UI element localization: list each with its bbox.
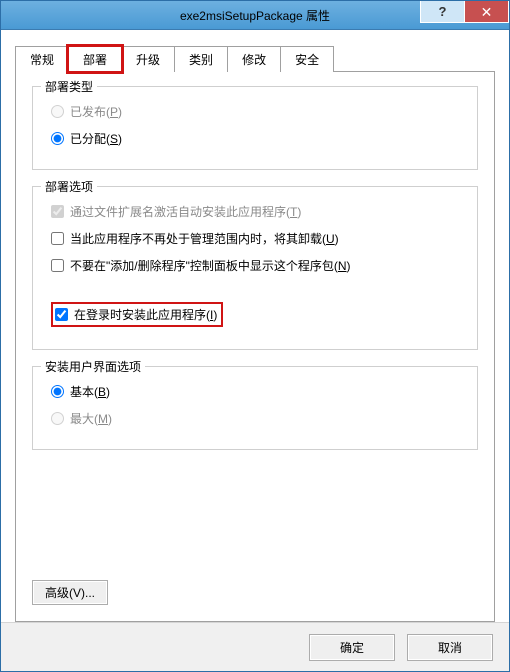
radio-assigned[interactable]: [51, 132, 64, 145]
titlebar: exe2msiSetupPackage 属性 ? ✕: [1, 1, 509, 30]
radio-max-row[interactable]: 最大(M): [51, 410, 463, 427]
check-autoinstall-row[interactable]: 通过文件扩展名激活自动安装此应用程序(T): [51, 203, 463, 220]
tab-area: 常规 部署 升级 类别 修改 安全 部署类型 已发布(P): [1, 30, 509, 622]
close-button[interactable]: ✕: [464, 1, 509, 23]
highlight-rectangle: 在登录时安装此应用程序(I): [51, 302, 223, 327]
check-hidearp[interactable]: [51, 259, 64, 272]
advanced-button[interactable]: 高级(V)...: [32, 580, 108, 605]
radio-basic[interactable]: [51, 385, 64, 398]
radio-max[interactable]: [51, 412, 64, 425]
radio-basic-row[interactable]: 基本(B): [51, 383, 463, 400]
dialog-footer: 确定 取消: [1, 622, 509, 671]
check-logon-row-wrap: 在登录时安装此应用程序(I): [51, 302, 463, 327]
titlebar-buttons: ? ✕: [421, 1, 509, 31]
radio-max-label: 最大(M): [70, 410, 112, 427]
tab-page-deployment: 部署类型 已发布(P) 已分配(S) 部署选项: [15, 72, 495, 622]
group-deployment-type-legend: 部署类型: [41, 78, 97, 95]
check-autoinstall-label: 通过文件扩展名激活自动安装此应用程序(T): [70, 203, 301, 220]
tab-row: 常规 部署 升级 类别 修改 安全: [15, 45, 495, 72]
check-hidearp-label: 不要在"添加/删除程序"控制面板中显示这个程序包(N): [70, 257, 351, 274]
radio-assigned-row[interactable]: 已分配(S): [51, 130, 463, 147]
cancel-button[interactable]: 取消: [407, 634, 493, 661]
check-logon[interactable]: [55, 308, 68, 321]
tab-upgrade[interactable]: 升级: [121, 46, 175, 72]
radio-assigned-label: 已分配(S): [70, 130, 122, 147]
group-deployment-options-legend: 部署选项: [41, 178, 97, 195]
check-uninstall-label: 当此应用程序不再处于管理范围内时，将其卸载(U): [70, 230, 339, 247]
ok-button[interactable]: 确定: [309, 634, 395, 661]
dialog-window: exe2msiSetupPackage 属性 ? ✕ 常规 部署 升级 类别 修…: [0, 0, 510, 672]
tab-category[interactable]: 类别: [174, 46, 228, 72]
check-hidearp-row[interactable]: 不要在"添加/删除程序"控制面板中显示这个程序包(N): [51, 257, 463, 274]
check-uninstall[interactable]: [51, 232, 64, 245]
check-uninstall-row[interactable]: 当此应用程序不再处于管理范围内时，将其卸载(U): [51, 230, 463, 247]
check-logon-label: 在登录时安装此应用程序(I): [74, 306, 217, 323]
help-button[interactable]: ?: [420, 1, 465, 23]
tab-deployment[interactable]: 部署: [68, 46, 122, 72]
radio-published[interactable]: [51, 105, 64, 118]
radio-basic-label: 基本(B): [70, 383, 110, 400]
group-deployment-options: 部署选项 通过文件扩展名激活自动安装此应用程序(T) 当此应用程序不再处于管理范…: [32, 186, 478, 350]
radio-published-label: 已发布(P): [70, 103, 122, 120]
tab-modifications[interactable]: 修改: [227, 46, 281, 72]
radio-published-row[interactable]: 已发布(P): [51, 103, 463, 120]
tab-general[interactable]: 常规: [15, 46, 69, 72]
group-install-ui-legend: 安装用户界面选项: [41, 358, 145, 375]
tab-security[interactable]: 安全: [280, 46, 334, 72]
group-deployment-type: 部署类型 已发布(P) 已分配(S): [32, 86, 478, 170]
check-autoinstall[interactable]: [51, 205, 64, 218]
group-install-ui: 安装用户界面选项 基本(B) 最大(M): [32, 366, 478, 450]
